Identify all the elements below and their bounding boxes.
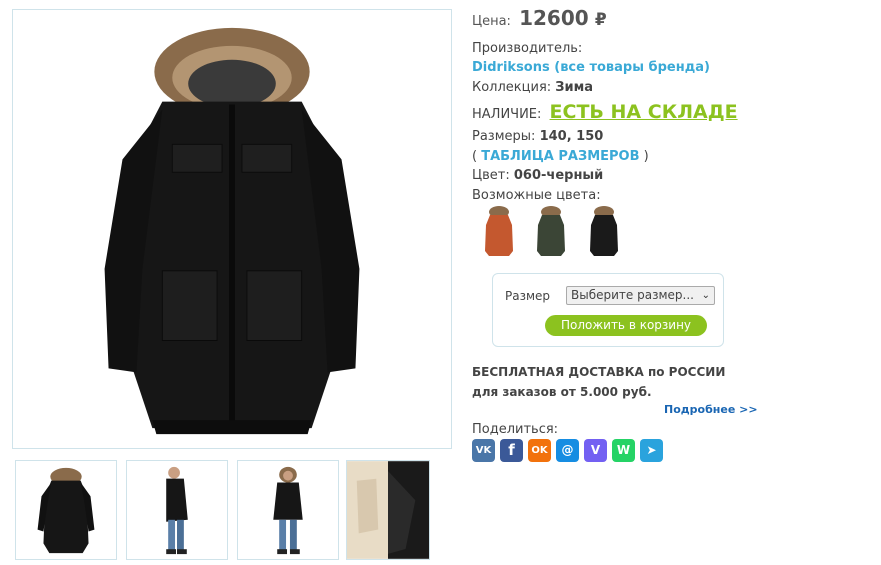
available-colors-label: Возможные цвета: <box>472 188 601 203</box>
availability-label: НАЛИЧИЕ: <box>472 107 542 122</box>
color-swatch-black[interactable] <box>580 203 628 259</box>
sizes-row: Размеры: 140, 150 <box>472 129 603 144</box>
collection-row: Коллекция: Зима <box>472 80 593 95</box>
collection-label: Коллекция: <box>472 80 552 95</box>
price-label: Цена: <box>472 14 511 29</box>
delivery-line-1: БЕСПЛАТНАЯ ДОСТАВКА по РОССИИ <box>472 365 726 379</box>
thumbnail-front[interactable] <box>15 460 117 560</box>
green-parka-icon <box>537 206 565 256</box>
viber-share-button[interactable]: V <box>584 439 607 462</box>
size-table-link[interactable]: ТАБЛИЦА РАЗМЕРОВ <box>481 149 639 164</box>
currency-symbol: ₽ <box>594 10 607 30</box>
sizes-value: 140, 150 <box>539 129 604 144</box>
color-row: Цвет: 060-черный <box>472 168 603 183</box>
black-parka-icon <box>590 206 618 256</box>
size-select-value: Выберите размер... <box>571 288 694 302</box>
add-to-cart-box: Размер Выберите размер... ⌄ Положить в к… <box>492 273 724 347</box>
thumbnail-model-side[interactable] <box>126 460 228 560</box>
delivery-more-link[interactable]: Подробнее >> <box>664 403 758 416</box>
color-swatch-orange[interactable] <box>475 203 523 259</box>
vk-share-button[interactable]: VK <box>472 439 495 462</box>
thumbnail-parka-front <box>37 467 95 554</box>
open-paren: ( <box>472 149 478 164</box>
share-label: Поделиться: <box>472 422 559 437</box>
thumbnail-lining-detail[interactable] <box>346 460 430 560</box>
thumbnail-model-front-image <box>273 466 303 555</box>
size-select-label: Размер <box>505 289 551 303</box>
thumbnail-model-front[interactable] <box>237 460 339 560</box>
color-value: 060-черный <box>513 168 604 183</box>
facebook-share-button[interactable]: f <box>500 439 523 462</box>
delivery-line-2: для заказов от 5.000 руб. <box>472 385 652 399</box>
moimir-share-button[interactable]: @ <box>556 439 579 462</box>
price-value: 12600 <box>519 6 589 30</box>
parka-illustration <box>104 27 360 435</box>
collection-value: Зима <box>555 80 594 95</box>
brand-link[interactable]: Didriksons (все товары бренда) <box>472 60 710 75</box>
whatsapp-share-button[interactable]: W <box>612 439 635 462</box>
odnoklassniki-share-button[interactable]: OK <box>528 439 551 462</box>
telegram-share-button[interactable]: ➤ <box>640 439 663 462</box>
availability-row: НАЛИЧИЕ: ЕСТЬ НА СКЛАДЕ <box>472 101 738 123</box>
orange-parka-icon <box>485 206 513 256</box>
manufacturer-label: Производитель: <box>472 41 583 56</box>
thumbnail-model-side-image <box>166 466 188 555</box>
in-stock-status[interactable]: ЕСТЬ НА СКЛАДЕ <box>550 101 738 123</box>
add-to-cart-button[interactable]: Положить в корзину <box>545 315 707 336</box>
main-product-image[interactable] <box>12 9 452 449</box>
close-paren: ) <box>643 149 649 164</box>
chevron-down-icon: ⌄ <box>701 290 710 301</box>
size-table-row: ( ТАБЛИЦА РАЗМЕРОВ ) <box>472 149 649 164</box>
color-swatch-dark-green[interactable] <box>527 203 575 259</box>
price-row: Цена: 12600 ₽ <box>472 6 607 30</box>
sizes-label: Размеры: <box>472 129 536 144</box>
color-label: Цвет: <box>472 168 510 183</box>
size-select[interactable]: Выберите размер... ⌄ <box>566 286 715 305</box>
thumbnail-lining-image <box>347 461 429 559</box>
manufacturer-row: Didriksons (все товары бренда) <box>472 60 710 75</box>
